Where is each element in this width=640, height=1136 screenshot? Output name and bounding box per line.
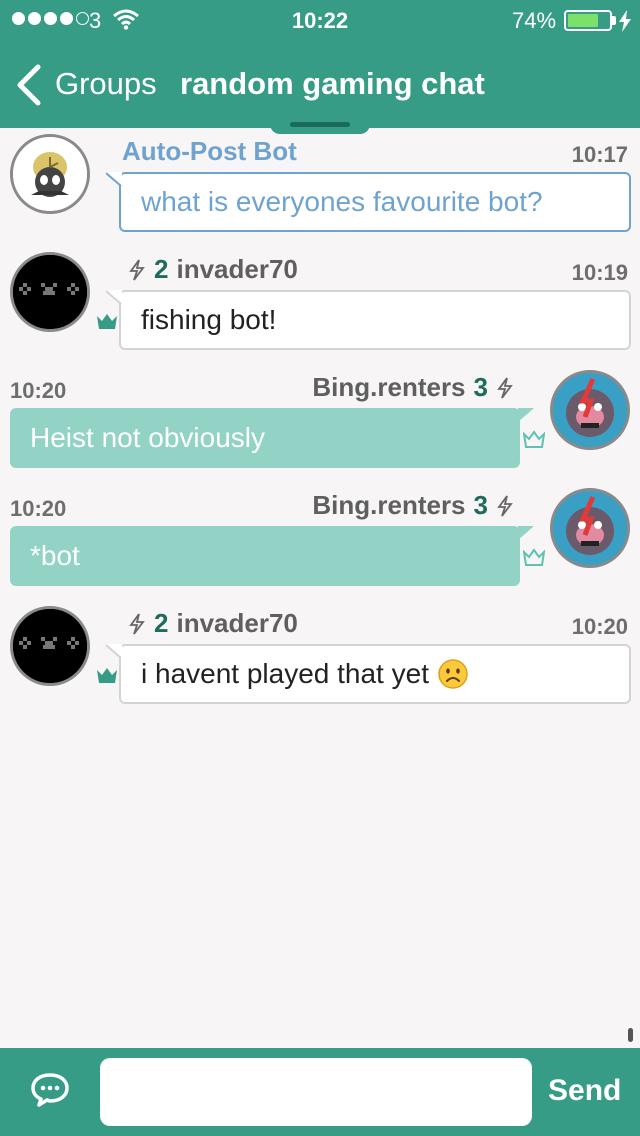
- message-time: 10:17: [571, 142, 628, 167]
- bubble-tail: [106, 644, 122, 658]
- sender-info[interactable]: 2 invader70: [128, 608, 298, 639]
- monkey-avatar-icon: [553, 373, 627, 447]
- user-level: 2: [154, 608, 169, 638]
- user-level: 3: [473, 490, 488, 520]
- sender-info[interactable]: Bing.renters 3: [312, 490, 514, 521]
- bot-avatar-icon: [13, 137, 87, 211]
- avatar[interactable]: [550, 370, 630, 450]
- crown-icon: [523, 430, 545, 448]
- crown-icon: [523, 548, 545, 566]
- monkey-avatar-icon: [553, 491, 627, 565]
- composer-bar: Send: [0, 1048, 640, 1136]
- user-level: 3: [473, 372, 488, 402]
- message-bubble[interactable]: what is everyones favourite bot?: [119, 172, 631, 232]
- chat-bubble-icon[interactable]: [30, 1072, 70, 1108]
- message-time: 10:19: [571, 260, 628, 285]
- pull-down-handle[interactable]: [270, 112, 370, 134]
- scrollbar[interactable]: [628, 1028, 633, 1042]
- charging-icon: [619, 10, 631, 32]
- message-row: Auto-Post Bot 10:17 what is everyones fa…: [0, 134, 640, 234]
- page-title: random gaming chat: [180, 66, 485, 101]
- message-time: 10:20: [10, 378, 67, 403]
- message-row: 10:20 Bing.renters 3 Heist not obviously: [0, 370, 640, 470]
- message-time: 10:20: [571, 614, 628, 639]
- lightning-icon: [497, 494, 513, 517]
- message-row: 10:20 Bing.renters 3 *bot: [0, 488, 640, 588]
- message-bubble[interactable]: *bot: [10, 526, 520, 586]
- status-bar: 3 10:22 74%: [0, 0, 640, 40]
- bubble-tail: [518, 526, 534, 540]
- message-row: 2 invader70 10:19 fishing bot!: [0, 252, 640, 352]
- space-invader-avatar-icon: [13, 609, 87, 683]
- avatar[interactable]: [550, 488, 630, 568]
- crown-icon: [97, 314, 117, 329]
- battery-percent: 74%: [512, 8, 557, 33]
- battery-icon: [564, 10, 612, 31]
- message-text: what is everyones favourite bot?: [141, 186, 543, 217]
- avatar[interactable]: [10, 606, 90, 686]
- navigation-bar: 3 10:22 74% Groups random gaming chat: [0, 0, 640, 128]
- sender-info[interactable]: 2 invader70: [128, 254, 298, 285]
- frowning-face-icon: [438, 659, 468, 689]
- crown-icon: [97, 668, 117, 683]
- chevron-left-icon[interactable]: [14, 64, 44, 106]
- space-invader-avatar-icon: [13, 255, 87, 329]
- lightning-icon: [129, 258, 145, 281]
- message-text: Heist not obviously: [30, 422, 266, 453]
- lightning-icon: [497, 376, 513, 399]
- message-text: fishing bot!: [141, 304, 277, 335]
- avatar[interactable]: [10, 134, 90, 214]
- message-bubble[interactable]: i havent played that yet: [119, 644, 631, 704]
- message-text: *bot: [30, 540, 80, 571]
- send-button[interactable]: Send: [548, 1074, 621, 1108]
- message-time: 10:20: [10, 496, 67, 521]
- sender-name[interactable]: Auto-Post Bot: [122, 136, 297, 167]
- avatar[interactable]: [10, 252, 90, 332]
- sender-name: invader70: [176, 608, 298, 638]
- message-input[interactable]: [100, 1058, 532, 1126]
- bubble-tail: [106, 172, 122, 186]
- user-level: 2: [154, 254, 169, 284]
- message-text: i havent played that yet: [141, 658, 429, 689]
- bubble-tail: [106, 290, 122, 304]
- sender-name: Bing.renters: [312, 372, 466, 402]
- back-button[interactable]: Groups: [55, 66, 157, 102]
- message-row: 2 invader70 10:20 i havent played that y…: [0, 606, 640, 706]
- sender-name: invader70: [176, 254, 298, 284]
- sender-info[interactable]: Bing.renters 3: [312, 372, 514, 403]
- message-bubble[interactable]: fishing bot!: [119, 290, 631, 350]
- bubble-tail: [518, 408, 534, 422]
- message-bubble[interactable]: Heist not obviously: [10, 408, 520, 468]
- sender-name: Bing.renters: [312, 490, 466, 520]
- lightning-icon: [129, 612, 145, 635]
